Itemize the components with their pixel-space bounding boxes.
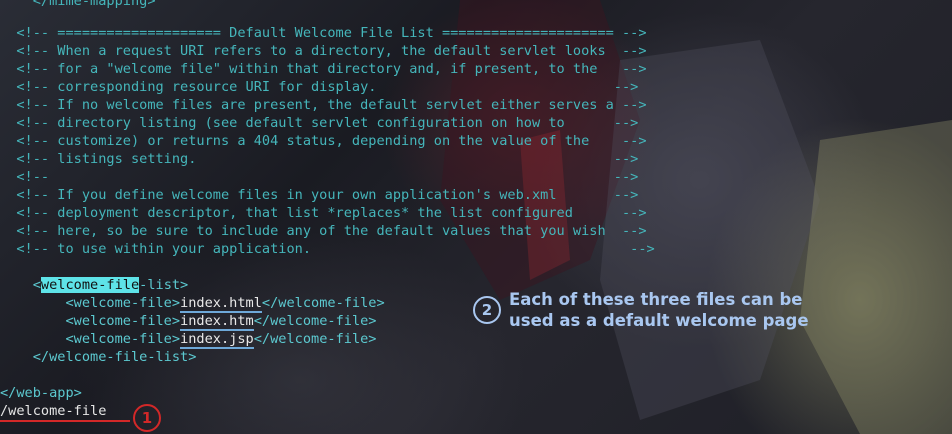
welcome-file-list-open: <welcome-file-list> — [0, 276, 188, 294]
comment-line: <!-- --> — [0, 169, 639, 185]
welcome-file-entry: <welcome-file>index.html</welcome-file> — [0, 294, 385, 313]
comment-line: <!-- ==================== Default Welcom… — [0, 25, 647, 41]
file-name: index.html — [180, 295, 262, 313]
terminal-window[interactable]: </mime-mapping> <!-- ===================… — [0, 0, 952, 434]
comment-line: <!-- If you define welcome files in your… — [0, 187, 639, 203]
tag-open: <welcome-file> — [0, 313, 181, 329]
comment-line: <!-- here, so be sure to include any of … — [0, 223, 647, 239]
comment-line: <!-- customize) or returns a 404 status,… — [0, 133, 647, 149]
comment-line: <!-- listings setting. --> — [0, 151, 639, 167]
tag-open: <welcome-file> — [0, 295, 181, 311]
search-underline-marker — [0, 420, 130, 422]
web-app-close: </web-app> — [0, 385, 82, 401]
comment-line: <!-- If no welcome files are present, th… — [0, 97, 647, 113]
tag-open: <welcome-file> — [0, 331, 181, 347]
annotation-line: used as a default welcome page — [509, 311, 809, 330]
line-mime-mapping-close: </mime-mapping> — [0, 0, 156, 9]
annotation-line: Each of these three files can be — [509, 290, 803, 309]
welcome-file-list-close: </welcome-file-list> — [0, 349, 197, 365]
file-name: index.htm — [180, 313, 254, 331]
welcome-file-entry: <welcome-file>index.jsp</welcome-file> — [0, 330, 377, 349]
comment-line: <!-- for a "welcome file" within that di… — [0, 61, 647, 77]
file-name: index.jsp — [180, 331, 254, 349]
comment-line: <!-- directory listing (see default serv… — [0, 115, 639, 131]
search-match-highlight: welcome-file — [40, 277, 140, 293]
annotation-note: Each of these three files can be used as… — [509, 289, 939, 331]
step-2-badge: 2 — [473, 296, 501, 324]
comment-line: <!-- corresponding resource URI for disp… — [0, 79, 639, 95]
tag-close: </welcome-file> — [261, 295, 385, 311]
tag-close: </welcome-file> — [253, 331, 377, 347]
tag-bracket: < — [0, 277, 41, 293]
comment-line: <!-- to use within your application. --> — [0, 241, 655, 257]
tag-suffix: -list> — [139, 277, 189, 293]
comment-line: <!-- deployment descriptor, that list *r… — [0, 205, 647, 221]
welcome-file-entry: <welcome-file>index.htm</welcome-file> — [0, 312, 377, 331]
step-1-badge: 1 — [133, 404, 161, 432]
tag-close: </welcome-file> — [253, 313, 377, 329]
comment-line: <!-- When a request URI refers to a dire… — [0, 43, 647, 59]
search-command-line[interactable]: /welcome-file — [0, 402, 106, 420]
